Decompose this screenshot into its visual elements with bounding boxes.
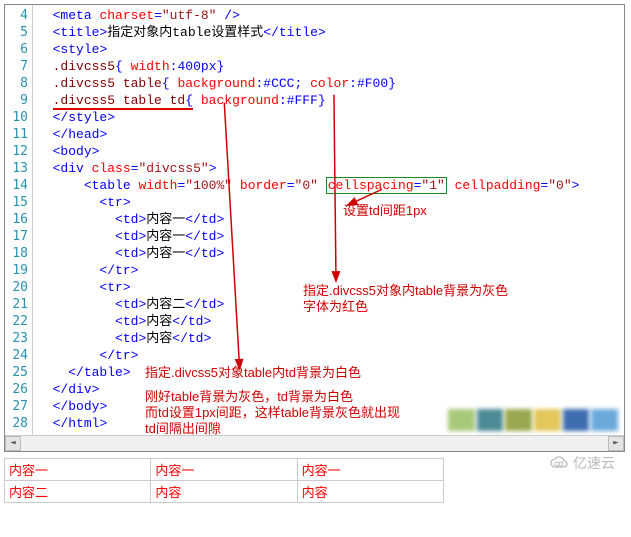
code-line[interactable]: <td>内容一</td> [37, 211, 620, 228]
code-line[interactable]: <table width="100%" border="0" cellspaci… [37, 177, 620, 194]
line-number: 25 [7, 364, 28, 381]
blurred-graphic-strip [448, 409, 618, 431]
code-line[interactable]: </tr> [37, 262, 620, 279]
blur-chip [534, 409, 561, 431]
cloud-icon [549, 456, 569, 470]
line-number: 24 [7, 347, 28, 364]
table-row: 内容一内容一内容一 [5, 459, 443, 480]
code-line[interactable]: <style> [37, 41, 620, 58]
blur-chip [448, 409, 475, 431]
blur-chip [563, 409, 590, 431]
table-cell: 内容一 [5, 459, 150, 480]
editor-frame: 4567891011121314151617181920212223242526… [4, 4, 625, 452]
table-cell: 内容 [151, 481, 296, 502]
line-number: 4 [7, 7, 28, 24]
preview-table: 内容一内容一内容一内容二内容内容 [4, 458, 444, 503]
line-number: 28 [7, 415, 28, 432]
code-line[interactable]: <td>内容</td> [37, 330, 620, 347]
line-number: 17 [7, 228, 28, 245]
code-line[interactable]: </style> [37, 109, 620, 126]
table-cell: 内容一 [151, 459, 296, 480]
watermark-text: 亿速云 [573, 453, 615, 473]
line-number: 6 [7, 41, 28, 58]
code-line[interactable]: <td>内容二</td> [37, 296, 620, 313]
line-number: 11 [7, 126, 28, 143]
code-line[interactable]: .divcss5{ width:400px} [37, 58, 620, 75]
scroll-left-button[interactable]: ◄ [5, 436, 21, 451]
code-line[interactable]: <td>内容一</td> [37, 228, 620, 245]
blur-chip [477, 409, 504, 431]
line-number: 19 [7, 262, 28, 279]
table-cell: 内容 [298, 481, 443, 502]
code-area: 4567891011121314151617181920212223242526… [5, 5, 624, 435]
blur-chip [505, 409, 532, 431]
code-line[interactable]: </tr> [37, 347, 620, 364]
horizontal-scrollbar[interactable]: ◄ ► [5, 435, 624, 451]
code-line[interactable]: <div class="divcss5"> [37, 160, 620, 177]
line-number: 20 [7, 279, 28, 296]
table-row: 内容二内容内容 [5, 481, 443, 502]
code-line[interactable]: .divcss5 table td{ background:#FFF} [37, 92, 620, 109]
code-line[interactable]: <td>内容</td> [37, 313, 620, 330]
line-number: 10 [7, 109, 28, 126]
line-number: 8 [7, 75, 28, 92]
code-line[interactable]: <meta charset="utf-8" /> [37, 7, 620, 24]
rendered-preview: 内容一内容一内容一内容二内容内容 亿速云 [4, 458, 625, 503]
code-line[interactable]: .divcss5 table{ background:#CCC; color:#… [37, 75, 620, 92]
line-number: 26 [7, 381, 28, 398]
table-cell: 内容一 [298, 459, 443, 480]
code-line[interactable]: </table> [37, 364, 620, 381]
line-number: 5 [7, 24, 28, 41]
line-number: 15 [7, 194, 28, 211]
line-number: 13 [7, 160, 28, 177]
line-number: 7 [7, 58, 28, 75]
code-line[interactable]: </head> [37, 126, 620, 143]
line-number: 21 [7, 296, 28, 313]
scroll-right-button[interactable]: ► [608, 436, 624, 451]
line-number: 18 [7, 245, 28, 262]
code-line[interactable]: <body> [37, 143, 620, 160]
line-number: 16 [7, 211, 28, 228]
line-number: 27 [7, 398, 28, 415]
code-line[interactable]: <tr> [37, 279, 620, 296]
line-number: 22 [7, 313, 28, 330]
line-number: 14 [7, 177, 28, 194]
blur-chip [591, 409, 618, 431]
watermark: 亿速云 [549, 453, 615, 473]
line-number-gutter: 4567891011121314151617181920212223242526… [5, 5, 33, 435]
code-line[interactable]: <title>指定对象内table设置样式</title> [37, 24, 620, 41]
table-cell: 内容二 [5, 481, 150, 502]
code-line[interactable]: <td>内容一</td> [37, 245, 620, 262]
code-line[interactable]: <tr> [37, 194, 620, 211]
line-number: 23 [7, 330, 28, 347]
line-number: 12 [7, 143, 28, 160]
line-number: 9 [7, 92, 28, 109]
code-line[interactable]: </div> [37, 381, 620, 398]
code-content[interactable]: <meta charset="utf-8" /> <title>指定对象内tab… [33, 5, 624, 435]
